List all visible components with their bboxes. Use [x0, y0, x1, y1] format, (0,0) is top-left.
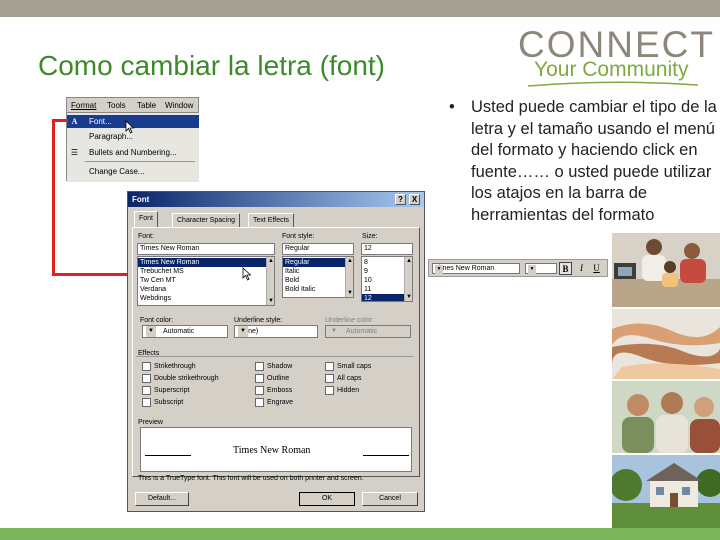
italic-button[interactable]: I [575, 262, 588, 275]
people-photo [612, 381, 720, 453]
mouse-pointer-icon [125, 120, 135, 134]
menu-separator [85, 161, 195, 162]
menu-bar: Format Tools Table Window [67, 98, 199, 113]
chevron-down-icon: ▼ [528, 265, 536, 274]
menu-tools[interactable]: Tools [107, 101, 126, 110]
help-button[interactable]: ? [395, 194, 406, 205]
logo-swoosh-icon [528, 81, 698, 87]
toolbar-font-select[interactable]: Times New Roman ▼ [432, 263, 520, 274]
hands-photo [612, 309, 720, 379]
font-dialog: Font ? X Font Character Spacing Text Eff… [127, 191, 425, 512]
menu-format[interactable]: Format [71, 101, 96, 110]
menu-table[interactable]: Table [137, 101, 156, 110]
menu-window[interactable]: Window [165, 101, 193, 110]
menu-item-label: Bullets and Numbering... [89, 148, 177, 157]
bullets-icon: ☰ [70, 148, 79, 157]
bold-button[interactable]: B [559, 262, 572, 275]
menu-item-change-case[interactable]: Change Case... [67, 165, 199, 178]
toolbar-size-select[interactable]: 12 ▼ [525, 263, 557, 274]
font-icon: A [71, 117, 78, 126]
top-bar [0, 0, 720, 17]
tab-character-spacing[interactable]: Character Spacing [172, 213, 240, 228]
menu-item-bullets[interactable]: ☰ Bullets and Numbering... [67, 146, 199, 159]
connect-logo: CONNECT Your Community [514, 24, 713, 87]
hands-photo-image [612, 309, 720, 379]
dialog-titlebar: Font ? X [128, 192, 424, 207]
close-button[interactable]: X [409, 194, 420, 205]
tab-body [132, 227, 420, 477]
dialog-title: Font [132, 195, 150, 204]
tab-text-effects[interactable]: Text Effects [248, 213, 295, 228]
family-photo-image [612, 233, 720, 307]
menu-item-label: Font... [89, 117, 112, 126]
tab-font[interactable]: Font [134, 211, 159, 228]
red-arrow-bottom [52, 273, 130, 276]
logo-line2: Your Community [534, 58, 689, 81]
bullet-marker: • [449, 98, 455, 116]
menu-item-label: Change Case... [89, 167, 145, 176]
formatting-toolbar: Times New Roman ▼ 12 ▼ B I U [428, 259, 608, 277]
house-photo [612, 455, 720, 528]
people-photo-image [612, 381, 720, 453]
underline-button[interactable]: U [590, 262, 603, 275]
bottom-bar [0, 528, 720, 540]
house-photo-image [612, 455, 720, 528]
slide-title: Como cambiar la letra (font) [38, 50, 386, 81]
bullet-text: Usted puede cambiar el tipo de la letra … [471, 98, 717, 224]
red-arrow-vertical [52, 119, 55, 276]
family-photo [612, 233, 720, 307]
chevron-down-icon: ▼ [435, 265, 443, 274]
format-menu: Format Tools Table Window A Font... Para… [66, 97, 199, 182]
toolbar-font-value: Times New Roman [435, 265, 495, 272]
